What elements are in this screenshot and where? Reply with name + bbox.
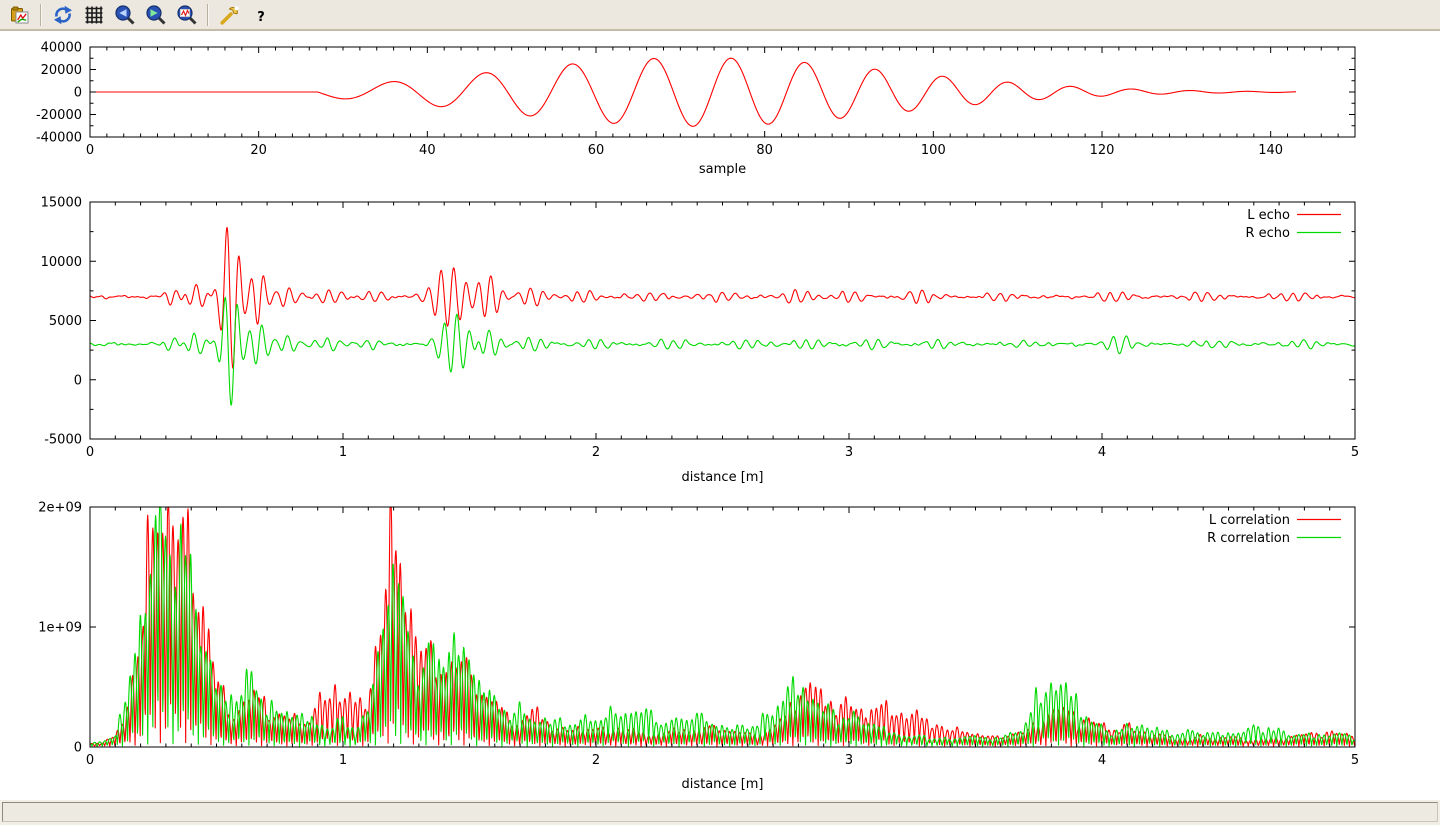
axis-ticks (90, 507, 1355, 747)
grid-icon (83, 4, 105, 26)
series-r-echo (90, 297, 1355, 405)
grid-button[interactable] (80, 2, 107, 28)
help-button[interactable]: ? (247, 2, 274, 28)
svg-text:40000: 40000 (41, 41, 82, 56)
svg-text:120: 120 (1090, 143, 1115, 158)
chart-1[interactable]: 0 20 40 60 80 100 120 140 -40000 -20000 0 20000 4000… (36, 41, 1355, 178)
svg-text:4: 4 (1098, 753, 1106, 768)
legend: L echo R echo (1245, 208, 1341, 241)
refresh-icon (52, 4, 74, 26)
svg-text:-40000: -40000 (36, 131, 82, 146)
status-bar (2, 802, 1438, 822)
zoom-autoscale-icon (176, 4, 198, 26)
zoom-previous-button[interactable] (111, 2, 138, 28)
svg-text:20: 20 (250, 143, 267, 158)
replot-button[interactable] (49, 2, 76, 28)
toolbar: ? (0, 0, 1440, 31)
footer (0, 800, 1440, 825)
x-axis-title: distance [m] (681, 470, 763, 485)
svg-text:2: 2 (592, 445, 600, 460)
copy-plot-button[interactable] (6, 2, 33, 28)
chart-3[interactable]: 0 1 2 3 4 5 0 1e+09 2e+09 distance [m] L correlati… (38, 501, 1359, 793)
svg-text:0: 0 (74, 373, 82, 388)
svg-text:60: 60 (588, 143, 605, 158)
zoom-previous-icon (114, 4, 136, 26)
wrench-icon (219, 4, 241, 26)
svg-text:R correlation: R correlation (1207, 531, 1290, 546)
autoscale-button[interactable] (173, 2, 200, 28)
zoom-next-button[interactable] (142, 2, 169, 28)
svg-text:20000: 20000 (41, 63, 82, 78)
plot-border (90, 507, 1355, 747)
svg-text:140: 140 (1258, 143, 1283, 158)
axis-labels: 0 1 2 3 4 5 -5000 0 5000 10000 15000 distance [m] (41, 196, 1360, 486)
svg-text:0: 0 (74, 86, 82, 101)
svg-text:0: 0 (86, 753, 94, 768)
axis-labels: 0 20 40 60 80 100 120 140 -40000 -20000 0 20000 4000… (36, 41, 1283, 178)
svg-text:4: 4 (1098, 445, 1106, 460)
svg-text:1e+09: 1e+09 (38, 621, 82, 636)
svg-text:10000: 10000 (41, 255, 82, 270)
svg-text:?: ? (257, 10, 265, 25)
svg-text:5: 5 (1351, 445, 1359, 460)
x-axis-title: distance [m] (681, 777, 763, 792)
svg-text:0: 0 (86, 143, 94, 158)
svg-text:100: 100 (921, 143, 946, 158)
svg-text:L echo: L echo (1247, 208, 1290, 223)
zoom-next-icon (145, 4, 167, 26)
axis-ticks (90, 202, 1355, 439)
toolbar-separator (40, 4, 42, 26)
plot-canvas[interactable]: 020406080100120140-40000-200000200004000… (0, 31, 1440, 801)
plot-border (90, 202, 1355, 439)
svg-text:-5000: -5000 (44, 433, 82, 448)
clipboard-chart-icon (9, 4, 31, 26)
series-pulse (90, 58, 1296, 126)
axis-labels: 0 1 2 3 4 5 0 1e+09 2e+09 distance [m] (38, 501, 1359, 793)
svg-text:2: 2 (592, 753, 600, 768)
svg-text:40: 40 (419, 143, 436, 158)
help-icon: ? (250, 4, 272, 26)
svg-text:R echo: R echo (1245, 226, 1290, 241)
svg-text:1: 1 (339, 753, 347, 768)
x-axis-title: sample (699, 162, 746, 177)
svg-text:1: 1 (339, 445, 347, 460)
svg-text:-20000: -20000 (36, 108, 82, 123)
svg-text:0: 0 (74, 741, 82, 756)
chart-2[interactable]: 0 1 2 3 4 5 -5000 0 5000 10000 15000 distance [m] L … (41, 196, 1360, 486)
svg-text:L correlation: L correlation (1209, 513, 1290, 528)
series-l-correlation (90, 507, 1355, 747)
svg-text:0: 0 (86, 445, 94, 460)
svg-text:2e+09: 2e+09 (38, 501, 82, 516)
svg-text:3: 3 (845, 445, 853, 460)
svg-text:5: 5 (1351, 753, 1359, 768)
toolbar-separator (207, 4, 209, 26)
series-r-correlation (90, 507, 1355, 747)
legend: L correlation R correlation (1207, 513, 1341, 546)
svg-text:15000: 15000 (41, 196, 82, 211)
configure-button[interactable] (216, 2, 243, 28)
svg-text:5000: 5000 (49, 314, 82, 329)
svg-text:3: 3 (845, 753, 853, 768)
svg-text:80: 80 (756, 143, 773, 158)
